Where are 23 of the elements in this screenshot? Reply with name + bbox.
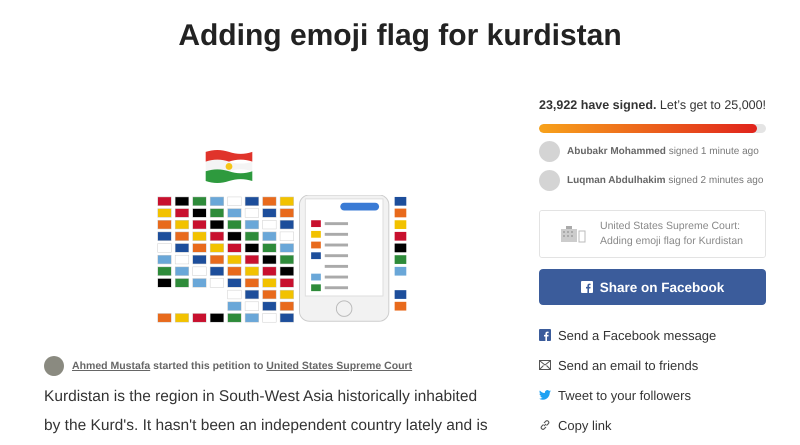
signer-text: Luqman Abdulhakim signed 2 minutes ago bbox=[567, 175, 764, 186]
facebook-icon bbox=[580, 281, 593, 293]
starter-link[interactable]: Ahmed Mustafa bbox=[72, 360, 150, 372]
share-link[interactable]: Send a Facebook message bbox=[539, 326, 766, 344]
share-facebook-button[interactable]: Share on Facebook bbox=[539, 269, 766, 305]
petition-description: Kurdistan is the region in South-West Asia historically inhabited by the Kurd's. It hasn't been an independent country lately and is bbox=[44, 387, 489, 436]
link-icon bbox=[539, 419, 551, 431]
bird-icon bbox=[539, 390, 551, 400]
share-link[interactable]: Tweet to your followers bbox=[539, 386, 766, 404]
share-link[interactable]: Send an email to friends bbox=[539, 356, 766, 374]
envelope-icon bbox=[539, 360, 551, 370]
target-link[interactable]: United States Supreme Court bbox=[266, 360, 412, 372]
facebook-icon bbox=[539, 329, 551, 341]
signature-count: 23,922 have signed. Let’s get to 25,000! bbox=[539, 98, 766, 112]
avatar-icon bbox=[44, 356, 64, 376]
share-preview-text: United States Supreme Court: Adding emoji flag for Kurdistan bbox=[600, 219, 743, 249]
avatar-icon bbox=[539, 170, 560, 191]
building-icon bbox=[560, 225, 586, 243]
starter-text: Ahmed Mustafa started this petition to United States Supreme Court bbox=[72, 360, 412, 372]
share-link[interactable]: Copy link bbox=[539, 416, 766, 434]
petition-title: Adding emoji flag for kurdistan bbox=[178, 18, 622, 54]
avatar-icon bbox=[539, 141, 560, 162]
signer-text: Abubakr Mohammed signed 1 minute ago bbox=[567, 146, 759, 157]
